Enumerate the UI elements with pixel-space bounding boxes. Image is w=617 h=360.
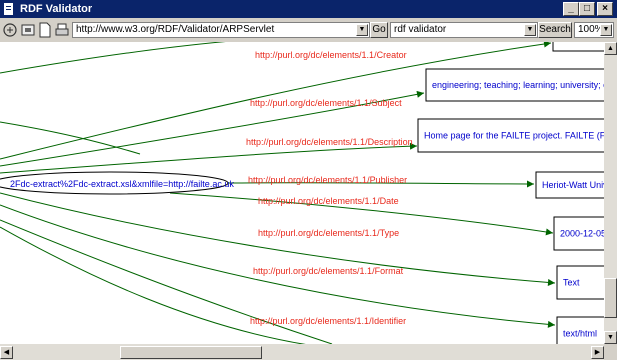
minimize-button[interactable]: _	[563, 2, 579, 16]
window-title: RDF Validator	[20, 3, 93, 15]
predicate-label: http://purl.org/dc/elements/1.1/Format	[253, 266, 404, 276]
search-input-text: rdf validator	[394, 24, 447, 35]
predicate-label: http://purl.org/dc/elements/1.1/Type	[258, 228, 399, 238]
search-button[interactable]: Search	[538, 22, 572, 38]
predicate-label: http://purl.org/dc/elements/1.1/Creator	[255, 50, 407, 60]
literal-node-label: Home page for the FAILTE project. FAILTE…	[424, 131, 604, 141]
zoom-dropdown-icon[interactable]: ▼	[600, 24, 612, 36]
predicate-label: http://purl.org/dc/elements/1.1/Subject	[250, 98, 402, 108]
vertical-scroll-thumb[interactable]	[604, 278, 617, 318]
edge-6	[0, 204, 556, 328]
address-bar[interactable]: http://www.w3.org/RDF/Validator/ARPServl…	[72, 22, 370, 38]
close-icon: ×	[602, 3, 608, 14]
literal-node-label: Text	[563, 278, 580, 288]
maximize-icon: □	[583, 3, 591, 14]
title-bar: RDF Validator _ □ ×	[0, 0, 617, 18]
edge-2	[0, 142, 418, 174]
scroll-up-icon[interactable]: ▲	[604, 42, 617, 55]
resize-grip-icon[interactable]	[604, 344, 617, 360]
vertical-scrollbar[interactable]: ▲ ▼	[604, 42, 617, 344]
literal-node-label: 2000-12-05	[560, 229, 604, 239]
close-button[interactable]: ×	[597, 2, 613, 16]
predicate-label: http://purl.org/dc/elements/1.1/Publishe…	[248, 175, 407, 185]
search-input[interactable]: rdf validator ▼	[390, 22, 538, 38]
horizontal-scrollbar[interactable]: ◀ ▶	[0, 344, 604, 360]
scroll-down-icon[interactable]: ▼	[604, 331, 617, 344]
navigate-icon[interactable]	[2, 22, 18, 38]
rdf-graph: http://purl.org/dc/elements/1.1/Creator h…	[0, 42, 604, 344]
scroll-right-icon[interactable]: ▶	[591, 346, 604, 359]
zoom-select[interactable]: 100% ▼	[574, 22, 614, 38]
window-icon	[4, 3, 13, 15]
literal-node[interactable]	[552, 42, 604, 52]
literal-node-label: engineering; teaching; learning; univers…	[432, 80, 604, 90]
horizontal-scroll-thumb[interactable]	[120, 346, 262, 359]
rdf-graph-canvas[interactable]: http://purl.org/dc/elements/1.1/Creator h…	[0, 42, 604, 344]
predicate-label: http://purl.org/dc/elements/1.1/Date	[258, 196, 399, 206]
go-button[interactable]: Go	[370, 22, 388, 38]
address-dropdown-icon[interactable]: ▼	[356, 24, 368, 36]
new-page-icon[interactable]	[37, 22, 53, 38]
stop-icon[interactable]	[20, 22, 36, 38]
predicate-label: http://purl.org/dc/elements/1.1/Descript…	[246, 137, 413, 147]
address-bar-text: http://www.w3.org/RDF/Validator/ARPServl…	[76, 24, 275, 35]
scroll-left-icon[interactable]: ◀	[0, 346, 13, 359]
print-icon[interactable]	[54, 22, 70, 38]
minimize-icon: _	[568, 3, 574, 14]
subject-node-label: 2Fdc-extract%2Fdc-extract.xsl&xmlfile=ht…	[10, 179, 234, 189]
predicate-label: http://purl.org/dc/elements/1.1/Identifi…	[250, 316, 406, 326]
literal-node-label: Heriot-Watt Unive	[542, 180, 604, 190]
search-dropdown-icon[interactable]: ▼	[524, 24, 536, 36]
literal-node-label: text/html	[563, 329, 597, 339]
edge-offscreen-2	[0, 121, 141, 155]
maximize-button[interactable]: □	[579, 2, 595, 16]
